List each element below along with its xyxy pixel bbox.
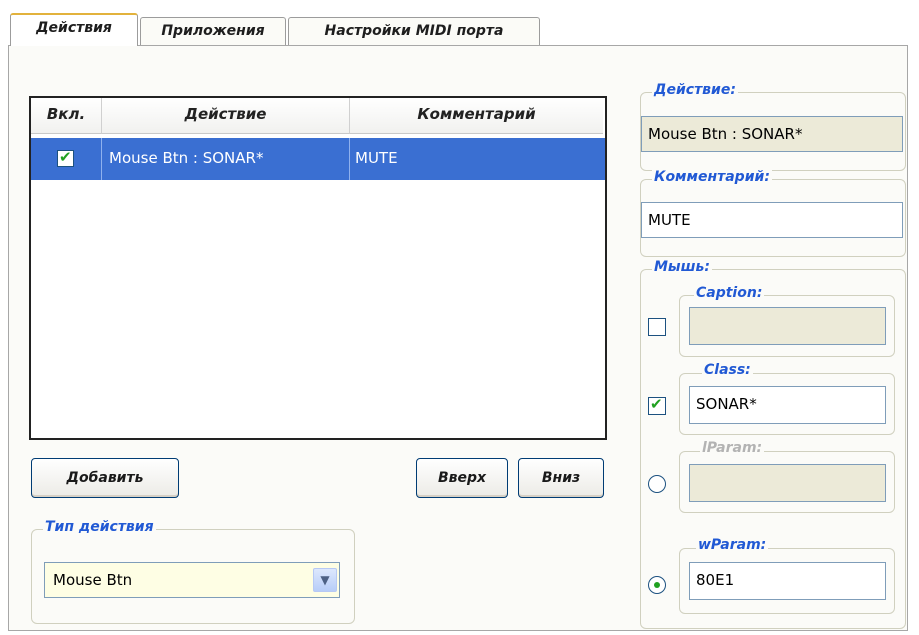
row-divider [101,138,102,180]
add-button-label: Добавить [66,470,144,486]
comment-field[interactable]: MUTE [641,202,903,238]
move-down-button-label: Вниз [541,470,581,486]
move-up-button[interactable]: Вверх [416,458,508,498]
tab-actions-label: Действия [36,20,112,36]
move-up-button-label: Вверх [437,470,487,486]
tab-midi-settings[interactable]: Настройки MIDI порта [288,17,540,46]
row-comment-cell: MUTE [355,149,398,167]
caption-checkbox[interactable] [648,318,666,336]
comment-title: Комментарий: [652,169,772,185]
row-action-cell: Mouse Btn : SONAR* [109,149,264,167]
grid-header-enabled-label: Вкл. [46,105,86,123]
lparam-field [689,464,886,502]
tab-applications-label: Приложения [161,23,265,39]
grid-header-comment-label: Комментарий [417,105,536,123]
wparam-radio[interactable] [648,576,666,594]
caption-field [689,307,886,345]
add-button[interactable]: Добавить [31,458,179,498]
class-title: Class: [702,362,753,378]
action-field: Mouse Btn : SONAR* [641,116,903,152]
chevron-down-icon[interactable]: ▼ [313,568,337,592]
class-field[interactable]: SONAR* [689,386,886,424]
grid-header-action[interactable]: Действие [101,98,349,134]
row-divider [349,138,350,180]
grid-header-enabled[interactable]: Вкл. [31,98,101,134]
action-title: Действие: [652,82,738,98]
actions-grid[interactable]: Вкл. Действие Комментарий Mouse Btn : SO… [29,96,607,440]
move-down-button[interactable]: Вниз [518,458,604,498]
grid-header-comment[interactable]: Комментарий [349,98,603,134]
wparam-field[interactable]: 80E1 [689,562,886,600]
tab-actions[interactable]: Действия [10,13,138,46]
class-checkbox[interactable] [648,395,666,415]
row-enabled-checkbox[interactable] [57,148,74,167]
action-type-value: Mouse Btn [53,571,133,589]
action-type-select[interactable]: Mouse Btn ▼ [44,562,340,598]
action-type-title: Тип действия [43,519,156,535]
tab-applications[interactable]: Приложения [140,17,286,46]
wparam-title: wParam: [696,537,769,553]
tab-midi-settings-label: Настройки MIDI порта [324,23,504,39]
lparam-title: lParam: [700,440,765,456]
grid-header-action-label: Действие [184,105,267,123]
lparam-radio[interactable] [648,475,666,493]
mouse-title: Мышь: [652,259,712,275]
table-row[interactable]: Mouse Btn : SONAR* MUTE [31,138,605,180]
caption-title: Caption: [694,285,765,301]
